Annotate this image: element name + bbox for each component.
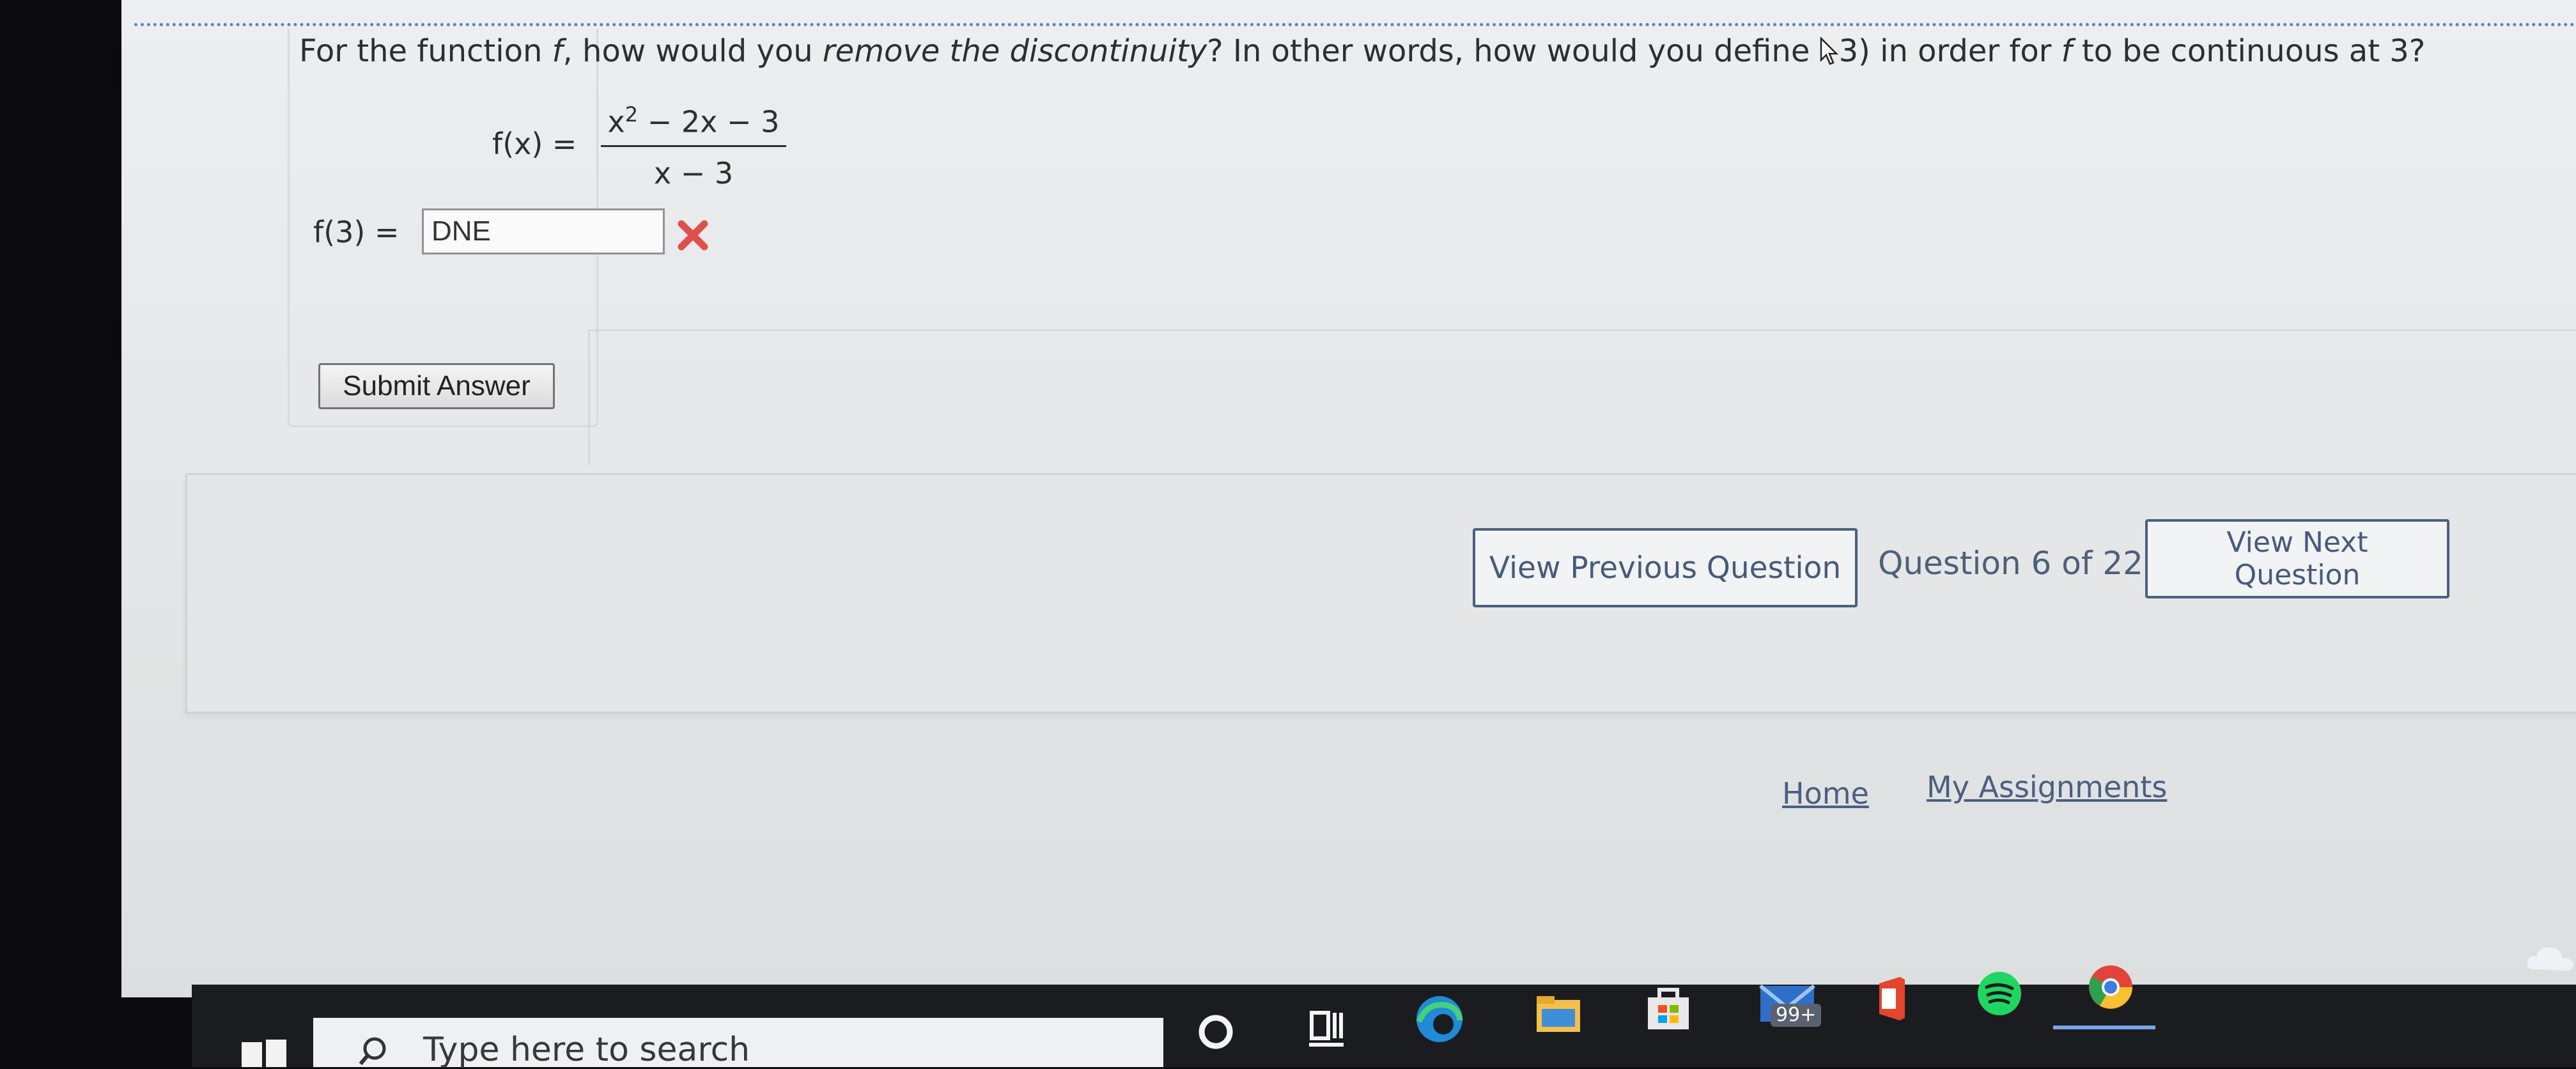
office-icon[interactable] (1866, 973, 1918, 1024)
answer-input[interactable] (422, 208, 665, 254)
incorrect-x-icon (678, 220, 708, 251)
fraction-bar (601, 145, 786, 148)
search-placeholder: Type here to search (423, 1031, 750, 1069)
answer-label: f(3) = (313, 215, 400, 249)
search-icon (359, 1037, 386, 1065)
cortana-icon[interactable] (1190, 1006, 1241, 1057)
task-view-icon[interactable] (1301, 1003, 1353, 1054)
numerator-base: x (607, 104, 625, 139)
prompt-emphasis: remove the discontinuity (822, 33, 1207, 69)
home-link[interactable]: Home (1782, 776, 1869, 811)
file-explorer-icon[interactable] (1533, 988, 1584, 1040)
answer-panel-outline (588, 329, 2576, 465)
numerator-rest: − 2x − 3 (638, 104, 780, 139)
mouse-pointer-icon (1820, 37, 1838, 65)
numerator-exponent: 2 (625, 102, 639, 127)
prompt-text: ? In other words, how would you define (1207, 33, 1820, 69)
question-counter: Question 6 of 22 (1878, 545, 2143, 582)
submit-answer-button[interactable]: Submit Answer (318, 363, 555, 409)
spotify-icon[interactable] (1974, 968, 2025, 1019)
active-app-indicator (2053, 1026, 2155, 1029)
function-variable: f (552, 33, 563, 69)
view-previous-question-button[interactable]: View Previous Question (1473, 528, 1858, 607)
function-variable: f (2061, 33, 2072, 69)
focus-dotted-line (134, 23, 2576, 26)
prompt-text: For the function (299, 33, 552, 69)
edge-icon[interactable] (1414, 994, 1465, 1045)
view-next-question-button[interactable]: View Next Question (2145, 519, 2449, 598)
prompt-text: , how would you (563, 33, 823, 69)
store-icon[interactable] (1643, 982, 1694, 1033)
formula-numerator: x2 − 2x − 3 (601, 102, 786, 139)
windows-logo-icon[interactable] (242, 1040, 286, 1067)
chrome-icon[interactable] (2085, 962, 2136, 1013)
formula-lhs: f(x) = (492, 127, 577, 161)
prompt-text: 3) in order for (1838, 33, 2061, 69)
onedrive-cloud-icon[interactable] (2525, 939, 2576, 977)
formula-fraction: x2 − 2x − 3 x − 3 (601, 102, 786, 191)
prompt-text: to be continuous at 3? (2072, 33, 2426, 69)
my-assignments-link[interactable]: My Assignments (1927, 770, 2167, 804)
question-prompt: For the function f, how would you remove… (299, 33, 2425, 69)
formula-denominator: x − 3 (653, 156, 734, 191)
mail-badge: 99+ (1771, 1004, 1822, 1027)
